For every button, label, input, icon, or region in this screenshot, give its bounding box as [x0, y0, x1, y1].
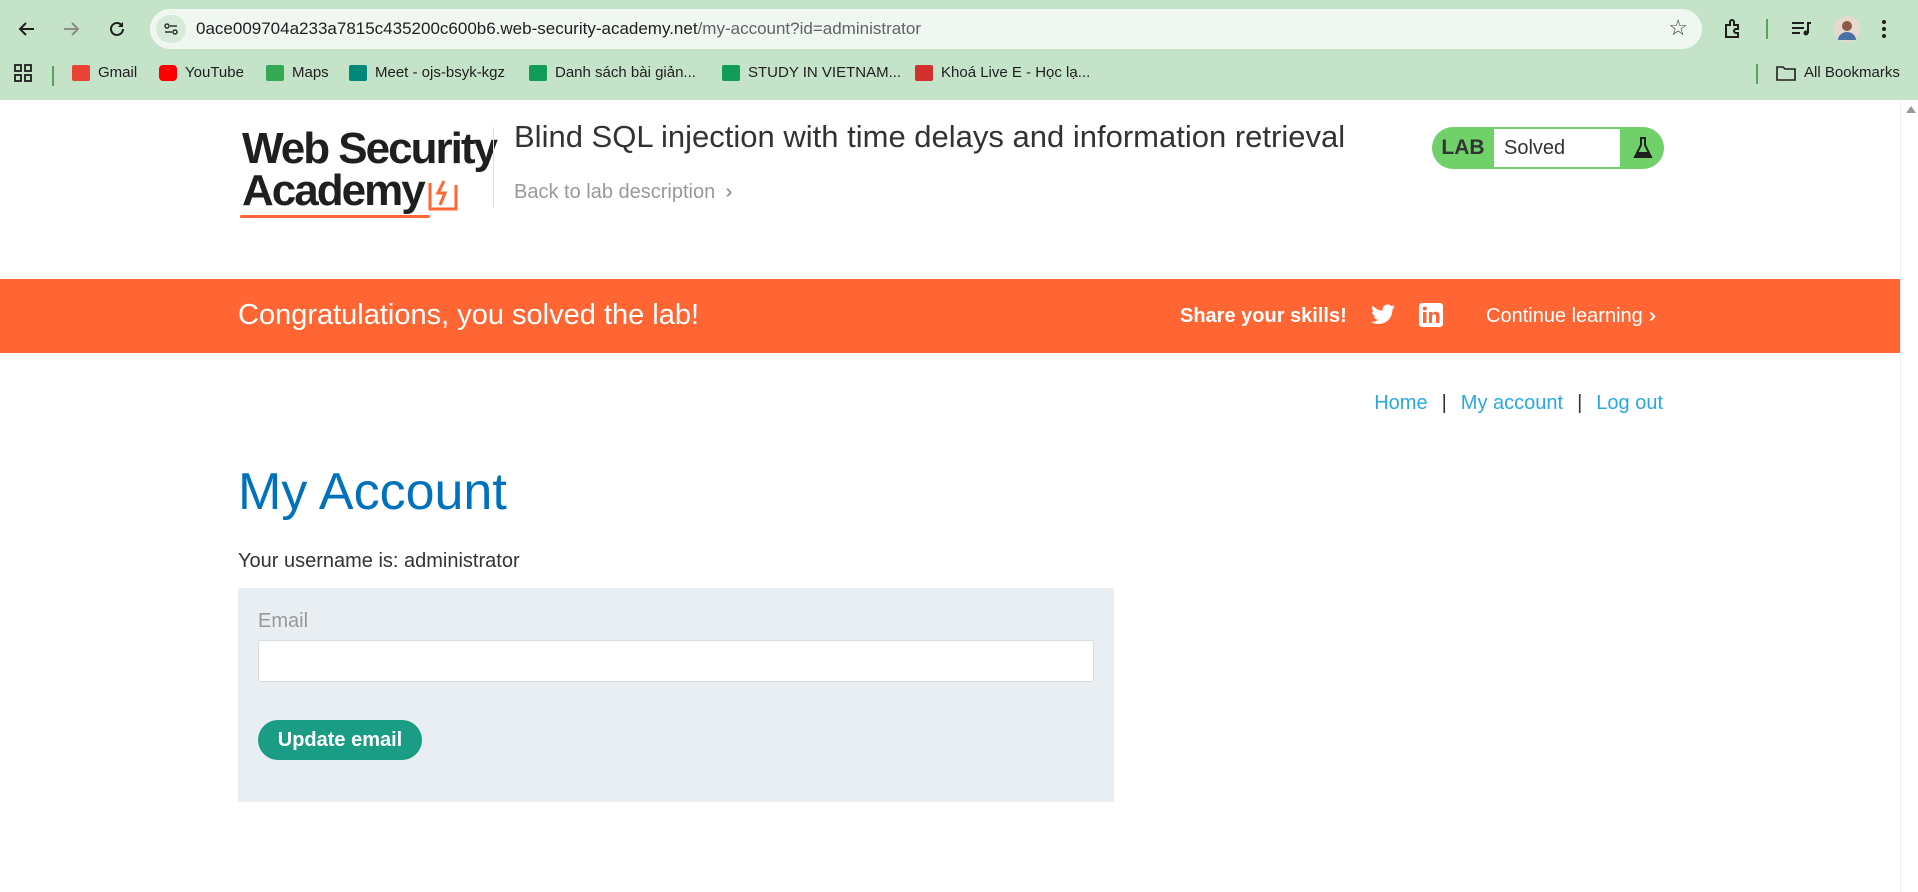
- maps-icon: [266, 64, 284, 81]
- share-skills-label: Share your skills!: [1180, 305, 1347, 327]
- kebab-menu-icon: [1882, 20, 1886, 38]
- twitter-icon[interactable]: [1370, 303, 1396, 327]
- reload-icon: [110, 21, 124, 36]
- bookmark-label: Khoá Live E - Học lạ...: [941, 64, 1091, 81]
- bookmarks-divider: [52, 66, 54, 86]
- bookmark-maps[interactable]: Maps: [266, 64, 329, 81]
- bookmark-gmail[interactable]: Gmail: [72, 64, 137, 81]
- logo-text-line1: Web Security: [242, 124, 498, 173]
- nav-separator: |: [1441, 392, 1447, 414]
- bookmark-label: Maps: [292, 64, 329, 81]
- logo-text-line2: Academy: [242, 166, 426, 215]
- email-field[interactable]: [258, 640, 1094, 682]
- youtube-icon: [159, 64, 177, 81]
- bookmarks-bar: Gmail YouTube Maps Meet - ojs-bsyk-kgz D…: [0, 60, 1918, 90]
- account-nav: Home | My account | Log out: [1374, 392, 1663, 415]
- avatar-icon: [1834, 16, 1860, 42]
- reload-button[interactable]: [101, 13, 133, 45]
- back-button[interactable]: [11, 13, 43, 45]
- page-content: Web Security Academy Blind SQL injection…: [0, 100, 1900, 892]
- bookmark-label: STUDY IN VIETNAM...: [748, 64, 902, 81]
- bookmark-danh-sach[interactable]: Danh sách bài giản...: [529, 64, 696, 81]
- double-chevron-right-icon: ››: [1648, 305, 1658, 327]
- linkedin-icon[interactable]: [1419, 303, 1443, 327]
- playlist-icon: [1792, 22, 1811, 36]
- bookmark-label: Danh sách bài giản...: [555, 64, 696, 81]
- apps-button[interactable]: [14, 64, 32, 82]
- nav-log-out-link[interactable]: Log out: [1596, 392, 1663, 415]
- browser-chrome: 0ace009704a233a7815c435200c600b6.web-sec…: [0, 0, 1918, 100]
- nav-separator: |: [1577, 392, 1583, 414]
- scroll-up-arrow-icon[interactable]: [1906, 106, 1916, 113]
- bookmark-study-in-vietnam[interactable]: STUDY IN VIETNAM...: [722, 64, 901, 81]
- lab-badge-label: LAB: [1441, 136, 1485, 159]
- arrow-left-icon: [18, 22, 34, 36]
- sheets-icon: [722, 64, 740, 81]
- forward-button[interactable]: [55, 13, 87, 45]
- update-email-form: Email Update email: [238, 588, 1114, 802]
- address-bar[interactable]: 0ace009704a233a7815c435200c600b6.web-sec…: [150, 9, 1702, 49]
- browser-menu-button[interactable]: [1880, 13, 1888, 45]
- email-label: Email: [258, 610, 309, 632]
- nav-my-account-link[interactable]: My account: [1461, 392, 1563, 415]
- page-title: My Account: [238, 463, 507, 521]
- gmail-icon: [72, 64, 90, 81]
- back-link-label: Back to lab description: [514, 181, 716, 203]
- double-chevron-right-icon: ››: [725, 181, 734, 203]
- url-path: /my-account?id=administrator: [697, 19, 922, 38]
- logo-underline: [240, 215, 430, 218]
- all-bookmarks-label: All Bookmarks: [1804, 64, 1900, 81]
- meet-icon: [349, 64, 367, 81]
- solved-banner: Congratulations, you solved the lab! Sha…: [0, 279, 1900, 353]
- logo-bolt-icon: [428, 180, 458, 211]
- bookmark-star-icon[interactable]: ☆: [1668, 15, 1688, 41]
- bookmark-label: YouTube: [185, 64, 244, 81]
- sheets-icon: [529, 64, 547, 81]
- folder-icon: [1776, 65, 1796, 81]
- bookmark-label: Gmail: [98, 64, 138, 81]
- lab-status-text: Solved: [1494, 129, 1620, 167]
- bookmark-khoa-live[interactable]: Khoá Live E - Học lạ...: [915, 64, 1090, 81]
- username-text: Your username is: administrator: [238, 550, 520, 572]
- all-bookmarks-button[interactable]: All Bookmarks: [1776, 64, 1900, 81]
- arrow-right-icon: [64, 22, 80, 36]
- media-control-button[interactable]: [1790, 13, 1812, 45]
- congratulations-message: Congratulations, you solved the lab!: [238, 299, 700, 331]
- browser-toolbar: 0ace009704a233a7815c435200c600b6.web-sec…: [0, 0, 1918, 58]
- continue-learning-label: Continue learning: [1486, 305, 1643, 327]
- header-divider: [493, 127, 494, 207]
- extensions-button[interactable]: [1722, 13, 1744, 45]
- continue-learning-link[interactable]: Continue learning ››: [1486, 305, 1658, 328]
- lab-status-badge: LAB Solved: [1432, 127, 1664, 169]
- profile-avatar[interactable]: [1834, 13, 1860, 45]
- back-to-lab-description-link[interactable]: Back to lab description ››: [514, 181, 735, 204]
- bookmark-meet[interactable]: Meet - ojs-bsyk-kgz: [349, 64, 505, 81]
- bookmark-youtube[interactable]: YouTube: [159, 64, 244, 81]
- nav-home-link[interactable]: Home: [1374, 392, 1427, 415]
- apps-grid-icon: [14, 64, 32, 82]
- flask-icon: [1622, 127, 1664, 169]
- update-email-button[interactable]: Update email: [258, 720, 422, 760]
- toolbar-divider: [1766, 13, 1768, 45]
- bookmark-label: Meet - ojs-bsyk-kgz: [375, 64, 506, 81]
- toolbar-divider: [1756, 64, 1758, 84]
- page-scrollbar[interactable]: [1900, 100, 1918, 892]
- site-settings-icon[interactable]: [156, 15, 186, 43]
- live-icon: [915, 64, 933, 81]
- puzzle-icon: [1725, 19, 1739, 38]
- url-text[interactable]: 0ace009704a233a7815c435200c600b6.web-sec…: [196, 19, 921, 39]
- url-host: 0ace009704a233a7815c435200c600b6.web-sec…: [196, 19, 698, 38]
- web-security-academy-logo[interactable]: Web Security Academy: [238, 127, 498, 219]
- lab-title: Blind SQL injection with time delays and…: [514, 119, 1346, 154]
